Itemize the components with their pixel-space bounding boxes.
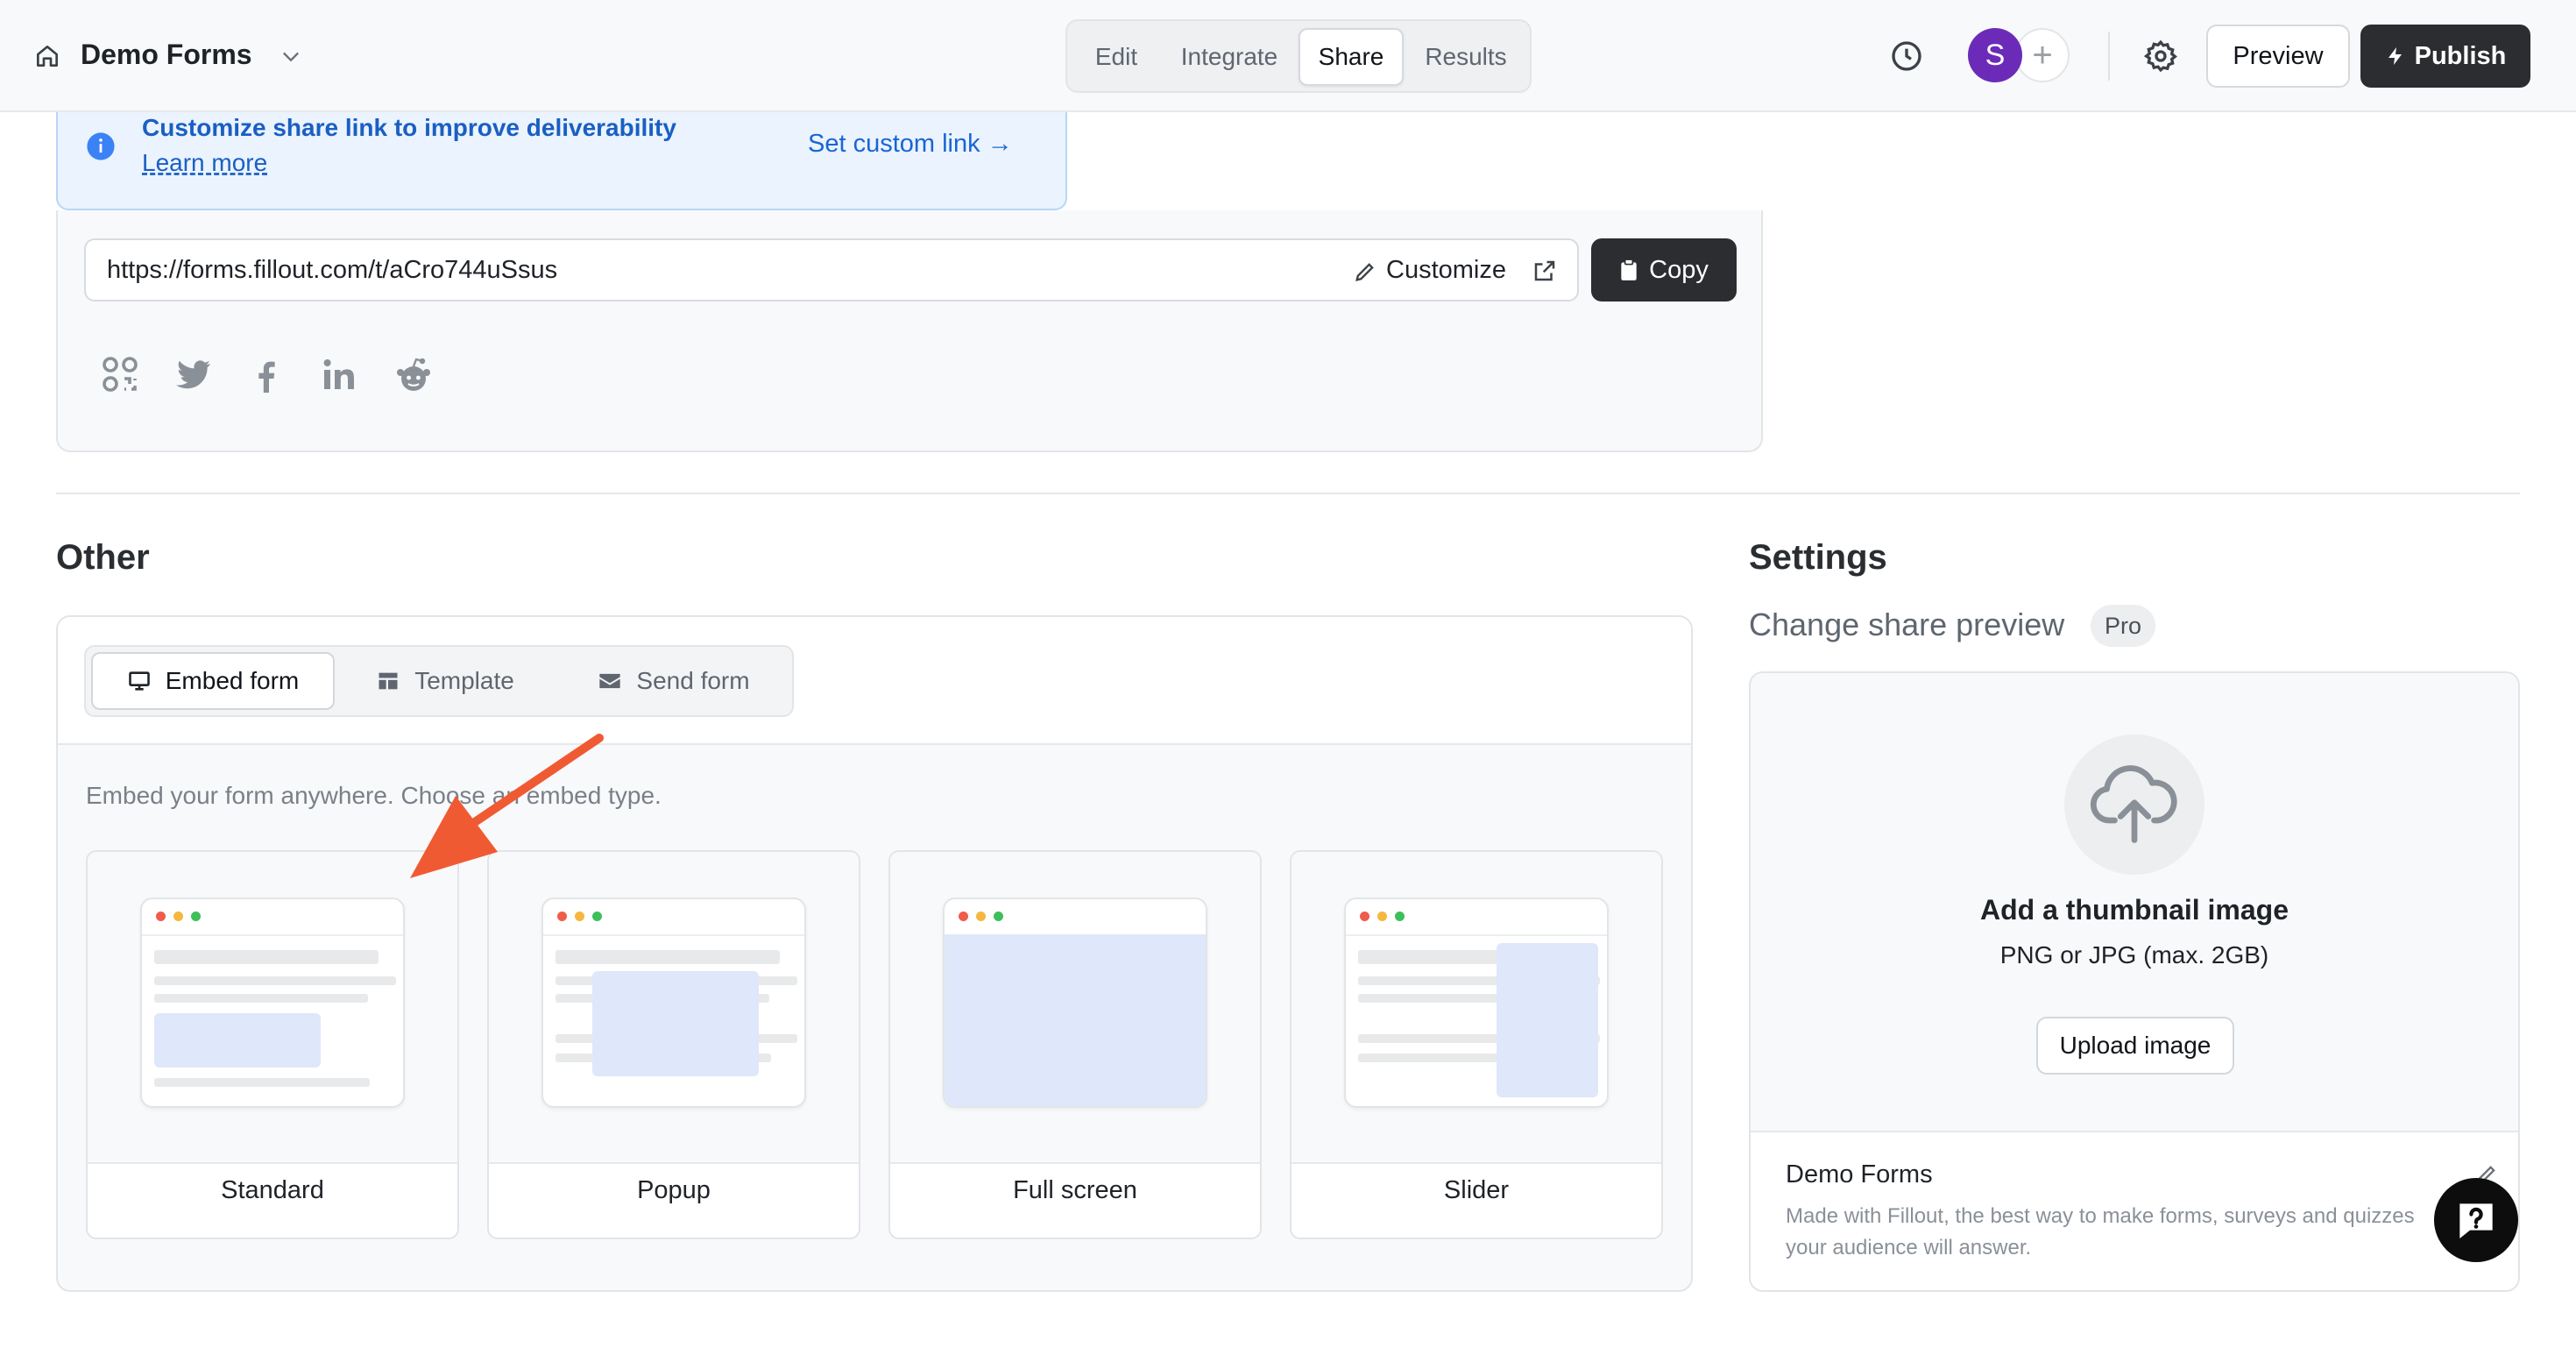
share-url[interactable]: https://forms.fillout.com/t/aCro744uSsus: [107, 256, 557, 285]
preview-button[interactable]: Preview: [2206, 25, 2350, 88]
standard-label: Standard: [221, 1176, 324, 1204]
help-chat-button[interactable]: [2434, 1178, 2518, 1262]
copy-button[interactable]: Copy: [1591, 238, 1737, 302]
upload-cloud-circle: [2064, 734, 2204, 875]
popup-label: Popup: [637, 1176, 711, 1204]
embed-form-label: Embed form: [165, 667, 300, 694]
tab-template[interactable]: Template: [340, 652, 550, 710]
facebook-icon[interactable]: [245, 354, 287, 396]
preview-title: Demo Forms: [1786, 1160, 1933, 1188]
settings-heading: Settings: [1749, 538, 1887, 577]
help-chat-icon: [2459, 1203, 2493, 1238]
popup-mock-window: [541, 897, 806, 1108]
share-url-field[interactable]: https://forms.fillout.com/t/aCro744uSsus…: [84, 238, 1579, 302]
publish-button[interactable]: Publish: [2360, 25, 2530, 88]
avatar[interactable]: S: [1968, 28, 2022, 82]
cloud-upload-icon: [2090, 765, 2177, 843]
tab-edit[interactable]: Edit: [1074, 28, 1158, 86]
form-title[interactable]: Demo Forms: [81, 39, 252, 71]
info-icon: [87, 132, 115, 160]
gear-icon[interactable]: [2143, 39, 2178, 74]
other-card: Embed form Template Send form Embed your…: [56, 615, 1693, 1292]
pencil-icon[interactable]: [1353, 259, 1377, 284]
embed-type-popup[interactable]: Popup: [487, 850, 860, 1239]
external-link-icon[interactable]: [1532, 258, 1558, 284]
publish-label: Publish: [2414, 41, 2507, 70]
mode-tabs: Edit Integrate Share Results: [1065, 19, 1532, 93]
embed-hint: Embed your form anywhere. Choose an embe…: [86, 782, 662, 809]
reddit-icon[interactable]: [393, 354, 435, 396]
embed-type-slider[interactable]: Slider: [1290, 850, 1663, 1239]
share-method-tabs: Embed form Template Send form: [84, 645, 794, 717]
history-icon[interactable]: [1889, 39, 1924, 74]
top-bar: Demo Forms Edit Integrate Share Results …: [0, 0, 2576, 112]
popup-preview: [489, 852, 859, 1164]
divider: [2108, 32, 2110, 81]
tab-results[interactable]: Results: [1409, 28, 1523, 86]
mail-icon: [599, 673, 621, 689]
clipboard-icon: [1621, 259, 1637, 280]
tab-integrate[interactable]: Integrate: [1164, 28, 1295, 86]
full-screen-mock-window: [943, 897, 1207, 1108]
send-form-label: Send form: [636, 667, 750, 694]
home-icon[interactable]: [33, 42, 61, 70]
standard-mock-window: [140, 897, 405, 1108]
lightning-icon: [2388, 47, 2402, 65]
embed-type-full-screen[interactable]: Full screen: [888, 850, 1262, 1239]
add-collaborator-button[interactable]: +: [2015, 28, 2070, 82]
preview-description: Made with Fillout, the best way to make …: [1786, 1204, 2415, 1259]
copy-label: Copy: [1649, 255, 1709, 284]
section-divider: [56, 493, 2520, 494]
slider-label: Slider: [1443, 1176, 1510, 1204]
thumbnail-upload-area[interactable]: Add a thumbnail image PNG or JPG (max. 2…: [1751, 673, 2518, 1132]
other-heading: Other: [56, 538, 150, 577]
learn-more-link[interactable]: Learn more: [142, 149, 267, 177]
share-preview-card: Add a thumbnail image PNG or JPG (max. 2…: [1749, 671, 2520, 1292]
embed-type-standard[interactable]: Standard: [86, 850, 459, 1239]
chevron-down-icon[interactable]: [277, 44, 305, 68]
qr-code-icon[interactable]: [100, 354, 142, 396]
layout-icon: [379, 672, 398, 690]
full-screen-label: Full screen: [1013, 1176, 1137, 1204]
full-screen-preview: [890, 852, 1260, 1164]
tab-send-form[interactable]: Send form: [556, 652, 792, 710]
thumbnail-title: Add a thumbnail image: [1979, 894, 2289, 926]
pro-badge: Pro: [2091, 605, 2155, 647]
banner-title: Customize share link to improve delivera…: [142, 114, 676, 141]
share-link-card: https://forms.fillout.com/t/aCro744uSsus…: [56, 210, 1763, 452]
slider-mock-window: [1344, 897, 1609, 1108]
twitter-icon[interactable]: [172, 354, 214, 396]
customize-button[interactable]: Customize: [1386, 256, 1506, 285]
thumbnail-format-hint: PNG or JPG (max. 2GB): [1999, 941, 2269, 968]
monitor-icon: [128, 671, 150, 691]
other-card-header: Embed form Template Send form: [58, 617, 1691, 745]
template-label: Template: [414, 667, 514, 694]
slider-preview: [1292, 852, 1661, 1164]
tab-share[interactable]: Share: [1299, 28, 1404, 86]
deliverability-banner: Customize share link to improve delivera…: [56, 112, 1067, 210]
standard-preview: [88, 852, 457, 1164]
set-custom-link[interactable]: Set custom link →: [808, 130, 1013, 159]
linkedin-icon[interactable]: [319, 354, 361, 396]
share-preview-heading: Change share preview: [1749, 607, 2065, 642]
tab-embed-form[interactable]: Embed form: [91, 652, 335, 710]
upload-image-button[interactable]: Upload image: [2036, 1017, 2234, 1075]
